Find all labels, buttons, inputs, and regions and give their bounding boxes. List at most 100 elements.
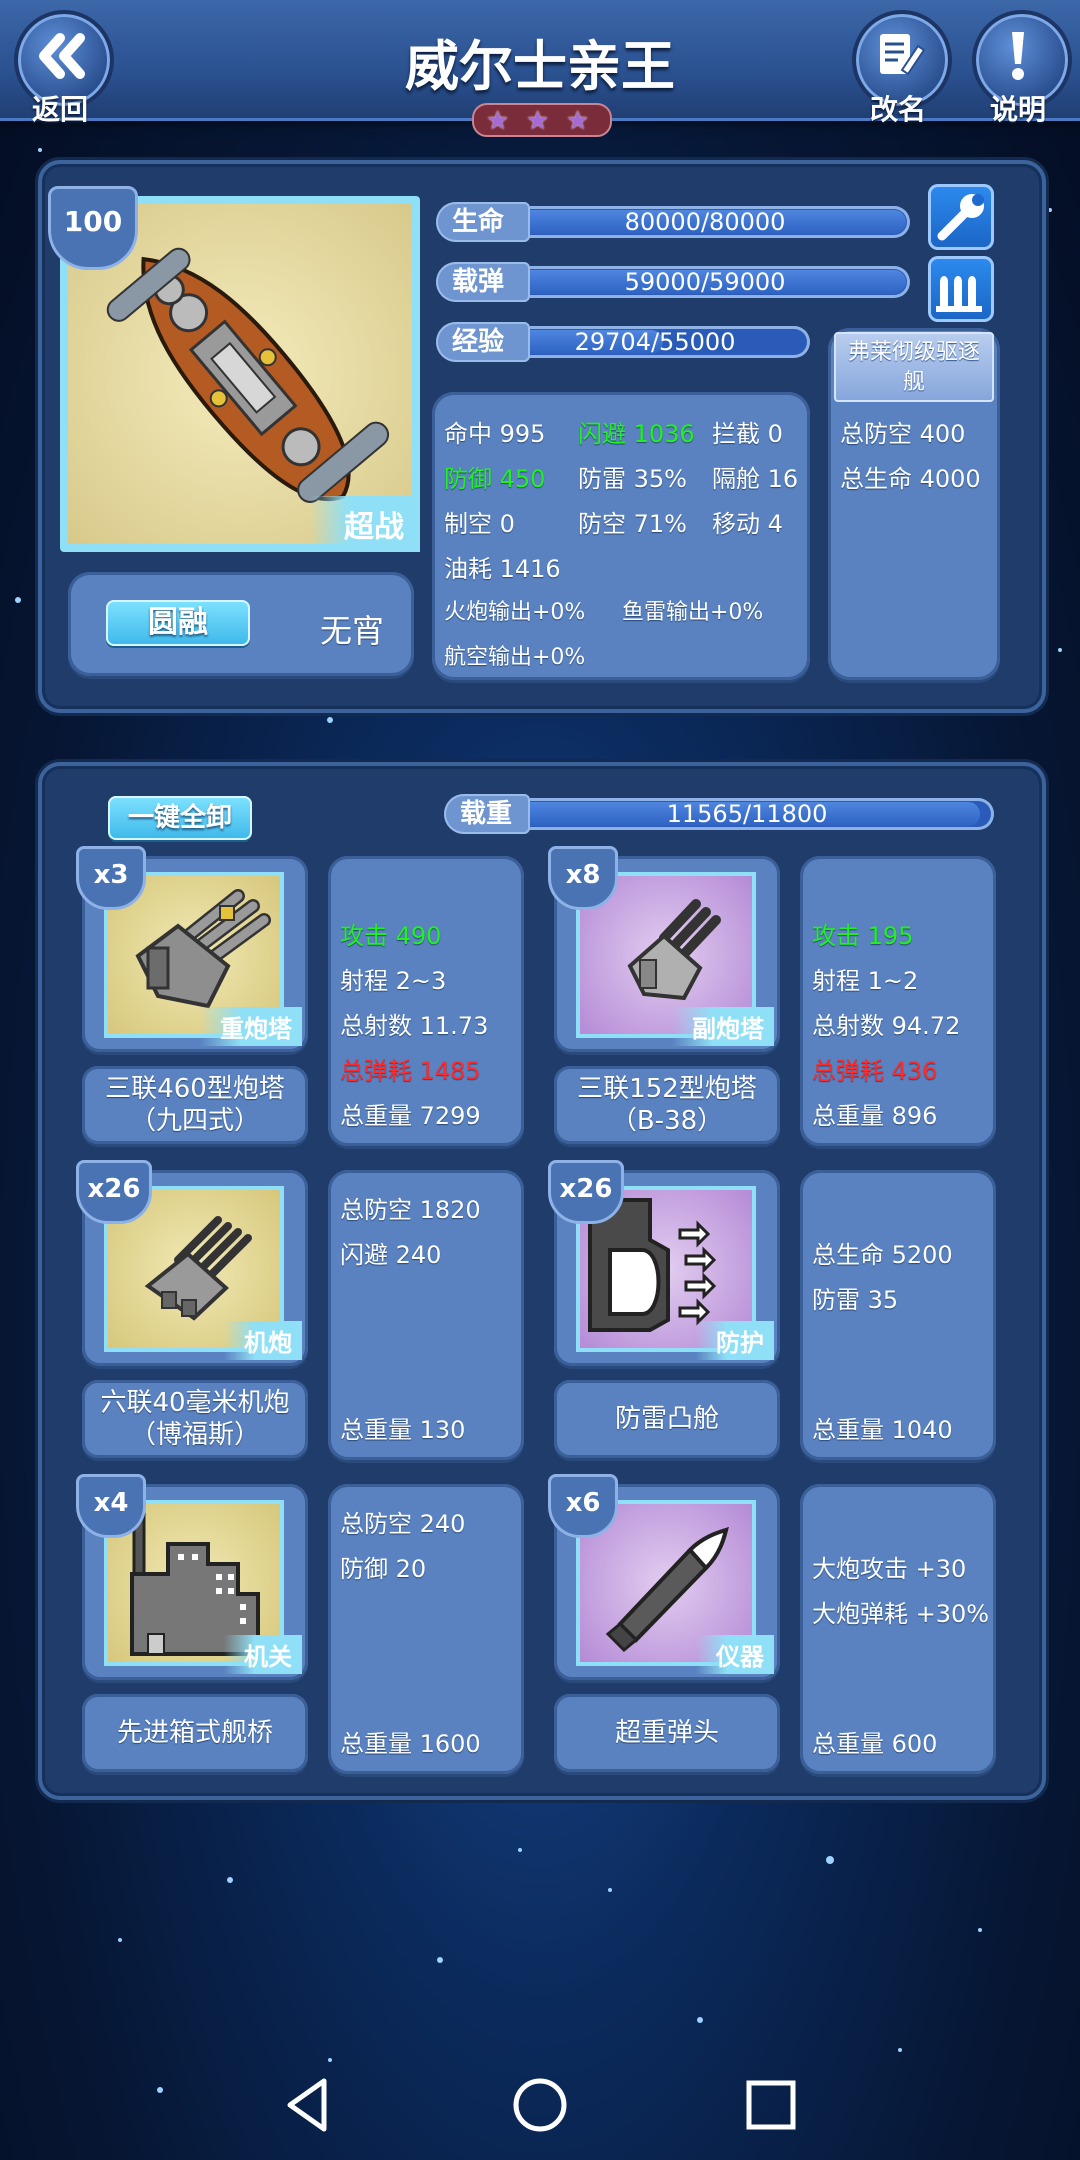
item-count: x3 (76, 846, 146, 910)
item-type-tag: 副炮塔 (672, 1007, 774, 1046)
equipment-name-text: 三联152型炮塔（B-38） (577, 1074, 757, 1136)
ship-class-tag: 超战 (310, 496, 420, 552)
repair-button[interactable] (928, 184, 994, 250)
item-stat: 总弹耗 1485 (340, 1057, 481, 1085)
equipment-name-text: 先进箱式舰桥 (116, 1718, 273, 1748)
exp-value: 29704/55000 (574, 328, 736, 356)
level-badge: 100 (48, 186, 138, 270)
equipment-stats-6: 大炮攻击 +30 大炮弹耗 +30% 总重量 600 (800, 1484, 996, 1774)
stat-defense: 防御 450 (444, 465, 546, 493)
stat-fuel: 油耗 1416 (444, 555, 561, 583)
stat-intercept: 拦截 0 (712, 420, 783, 448)
item-weight: 总重量 7299 (340, 1102, 481, 1130)
item-stat: 防雷 35 (812, 1286, 899, 1314)
equipment-stats-5: 总防空 240 防御 20 总重量 1600 (328, 1484, 524, 1774)
nav-home-icon[interactable] (510, 2075, 570, 2135)
equipment-name-6[interactable]: 超重弹头 (554, 1694, 780, 1772)
item-count: x26 (548, 1160, 624, 1224)
back-label: 返回 (31, 93, 88, 126)
item-type-tag: 防护 (696, 1321, 774, 1360)
item-stat: 总弹耗 436 (812, 1057, 938, 1085)
equipment-slot-6[interactable]: x6 仪器 (548, 1474, 780, 1680)
trait-card: 圆融 无宵 (68, 572, 414, 676)
escort-card: 弗莱彻级驱逐舰 总防空 400 总生命 4000 (828, 328, 1000, 680)
weight-bar: 11565/11800 (500, 798, 994, 830)
equipment-slot-5[interactable]: x4 机关 (76, 1474, 308, 1680)
equipment-slot-4[interactable]: x26 防护 (548, 1160, 780, 1366)
ammo-bar: 59000/59000 (500, 266, 910, 298)
equipment-name-2[interactable]: 三联152型炮塔（B-38） (554, 1066, 780, 1144)
item-type-tag: 仪器 (696, 1635, 774, 1674)
trait-button[interactable]: 圆融 (106, 600, 250, 646)
star-icon: ★ (486, 106, 510, 136)
equipment-name-text: 三联460型炮塔（九四式） (105, 1074, 285, 1136)
ship-portrait[interactable]: 100 超战 (48, 186, 420, 552)
item-stat: 总生命 5200 (812, 1241, 953, 1269)
star-icon: ★ (566, 106, 590, 136)
stat-gun-output: 火炮输出+0% (444, 600, 586, 625)
item-stat: 射程 1~2 (812, 967, 919, 995)
item-type-tag: 机炮 (224, 1321, 302, 1360)
exp-label: 经验 (436, 322, 530, 362)
star-rating: ★ ★ ★ (472, 103, 612, 137)
stat-movement: 移动 4 (712, 510, 783, 538)
ship-stats-card: 命中 995 闪避 1036 拦截 0 防御 450 防雷 35% 隔舱 16 … (432, 392, 810, 680)
hp-value: 80000/80000 (624, 208, 786, 236)
exp-bar: 29704/55000 (500, 326, 810, 358)
star-icon: ★ (526, 106, 550, 136)
unequip-all-button[interactable]: 一键全卸 (108, 796, 252, 840)
help-label: 说明 (989, 93, 1046, 126)
stat-bulkhead: 隔舱 16 (712, 465, 799, 493)
item-type-tag: 重炮塔 (200, 1007, 302, 1046)
equipment-stats-4: 总生命 5200 防雷 35 总重量 1040 (800, 1170, 996, 1460)
equipment-name-text: 防雷凸舱 (614, 1404, 719, 1434)
hp-bar: 80000/80000 (500, 206, 910, 238)
item-stat: 防御 20 (340, 1555, 427, 1583)
weight-value: 11565/11800 (666, 800, 828, 828)
item-stat: 总防空 1820 (340, 1196, 481, 1224)
item-stat: 攻击 490 (340, 922, 442, 950)
stat-torpedo-defense: 防雷 35% (578, 465, 687, 493)
equipment-name-text: 超重弹头 (614, 1718, 719, 1748)
rename-label: 改名 (869, 93, 926, 126)
stat-torpedo-output: 鱼雷输出+0% (622, 600, 764, 625)
item-stat: 总防空 240 (340, 1510, 466, 1538)
weight-label: 载重 (444, 794, 530, 834)
equipment-name-4[interactable]: 防雷凸舱 (554, 1380, 780, 1458)
item-stat: 总射数 94.72 (812, 1012, 961, 1040)
stat-aviation-output: 航空输出+0% (444, 645, 586, 670)
item-weight: 总重量 1040 (812, 1416, 953, 1444)
stat-evasion: 闪避 1036 (578, 420, 695, 448)
item-count: x4 (76, 1474, 146, 1538)
equipment-stats-2: 攻击 195 射程 1~2 总射数 94.72 总弹耗 436 总重量 896 (800, 856, 996, 1146)
ammo-label: 载弹 (436, 262, 530, 302)
equipment-name-text: 六联40毫米机炮（博福斯） (100, 1388, 290, 1450)
equipment-name-5[interactable]: 先进箱式舰桥 (82, 1694, 308, 1772)
item-weight: 总重量 1600 (340, 1730, 481, 1758)
nav-back-icon[interactable] (282, 2075, 332, 2135)
escort-hp: 总生命 4000 (840, 465, 981, 493)
equipment-name-1[interactable]: 三联460型炮塔（九四式） (82, 1066, 308, 1144)
equipment-slot-1[interactable]: x3 重炮塔 (76, 846, 308, 1052)
escort-name-button[interactable]: 弗莱彻级驱逐舰 (834, 332, 994, 402)
item-stat: 大炮攻击 +30 (812, 1555, 967, 1583)
item-stat: 攻击 195 (812, 922, 914, 950)
resupply-button[interactable] (928, 256, 994, 322)
item-weight: 总重量 600 (812, 1730, 938, 1758)
stat-accuracy: 命中 995 (444, 420, 546, 448)
item-weight: 总重量 896 (812, 1102, 938, 1130)
item-weight: 总重量 130 (340, 1416, 466, 1444)
stat-anti-air: 防空 71% (578, 510, 687, 538)
hp-label: 生命 (436, 202, 530, 242)
equipment-name-3[interactable]: 六联40毫米机炮（博福斯） (82, 1380, 308, 1458)
equipment-slot-2[interactable]: x8 副炮塔 (548, 846, 780, 1052)
escort-anti-air: 总防空 400 (840, 420, 966, 448)
equipment-stats-3: 总防空 1820 闪避 240 总重量 130 (328, 1170, 524, 1460)
item-stat: 总射数 11.73 (340, 1012, 489, 1040)
item-count: x26 (76, 1160, 152, 1224)
equipment-slot-3[interactable]: x26 机炮 (76, 1160, 308, 1366)
nav-recents-icon[interactable] (744, 2075, 798, 2135)
item-stat: 闪避 240 (340, 1241, 442, 1269)
item-count: x8 (548, 846, 618, 910)
item-stat: 大炮弹耗 +30% (812, 1600, 990, 1628)
